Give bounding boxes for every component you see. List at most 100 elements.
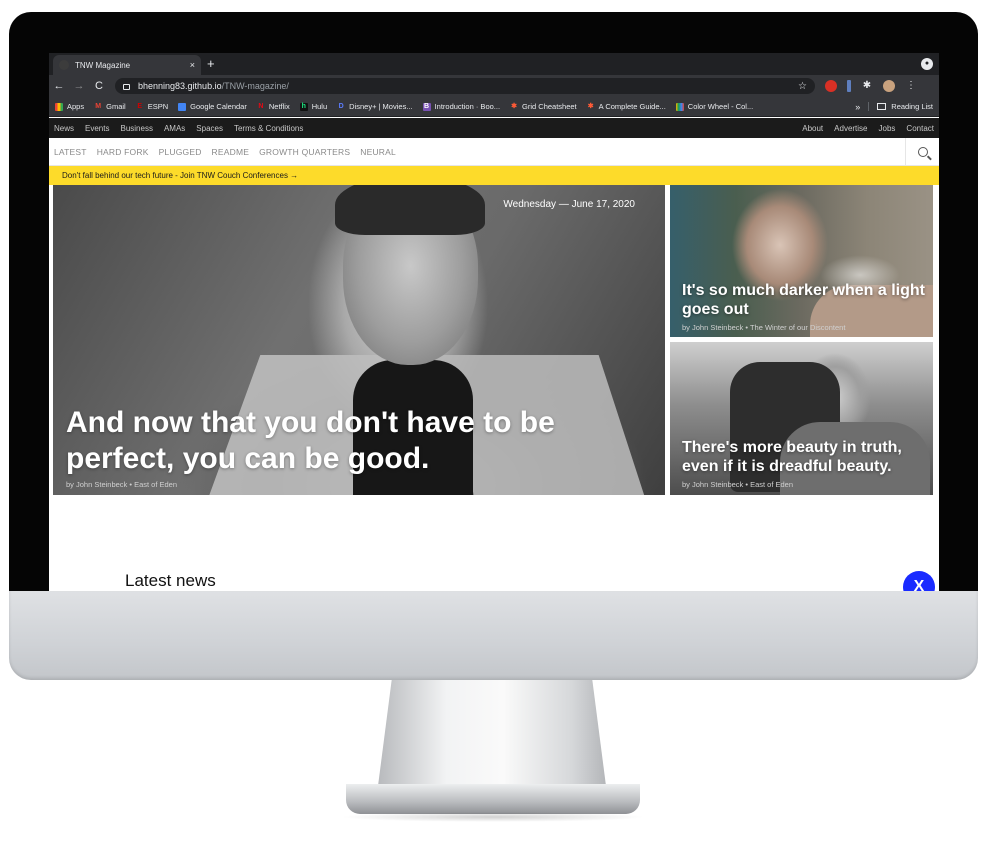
reading-list-label: Reading List xyxy=(891,102,933,111)
tab-favicon-icon xyxy=(59,60,69,70)
hulu-icon: h xyxy=(299,102,308,111)
bookmark-label: Gmail xyxy=(106,102,126,111)
topnav-business[interactable]: Business xyxy=(120,124,152,133)
hero-byline: by John Steinbeck • East of Eden xyxy=(66,480,178,489)
side-article-2-title[interactable]: There's more beauty in truth, even if it… xyxy=(682,438,927,476)
bookmark-apps[interactable]: Apps xyxy=(55,102,84,111)
bookmark-star-icon[interactable]: ☆ xyxy=(798,81,807,92)
back-button[interactable]: ← xyxy=(49,80,69,92)
topnav-amas[interactable]: AMAs xyxy=(164,124,185,133)
bookmarks-overflow-button[interactable]: » xyxy=(855,102,860,112)
bookmark-label: Apps xyxy=(67,102,85,111)
extensions-puzzle-icon[interactable]: ✱ xyxy=(861,80,873,92)
calendar-icon xyxy=(178,102,187,111)
side-article-1-byline: by John Steinbeck • The Winter of our Di… xyxy=(682,323,846,332)
asterisk-icon: ✱ xyxy=(511,102,517,110)
topnav-events[interactable]: Events xyxy=(85,124,109,133)
reading-list-button[interactable]: Reading List xyxy=(868,102,933,111)
topnav-jobs[interactable]: Jobs xyxy=(879,124,896,133)
browser-toolbar: ← → C bhenning83.github.io /TNW-magazine… xyxy=(49,75,939,97)
browser-menu-icon[interactable]: ⋮ xyxy=(905,80,917,92)
search-icon xyxy=(917,147,928,157)
bookmark-label: Grid Cheatsheet xyxy=(522,102,577,111)
asterisk-icon: ✱ xyxy=(587,102,594,110)
bookmark-disney[interactable]: D Disney+ | Movies... xyxy=(337,102,413,111)
bootstrap-icon: B xyxy=(422,102,431,111)
topnav-news[interactable]: News xyxy=(54,124,74,133)
apps-grid-icon xyxy=(55,102,63,111)
hero-date: Wednesday — June 17, 2020 xyxy=(503,199,635,210)
bookmark-label: A Complete Guide... xyxy=(598,102,666,111)
bookmark-hulu[interactable]: h Hulu xyxy=(299,102,328,111)
side-article-1[interactable]: It's so much darker when a light goes ou… xyxy=(670,185,933,337)
new-tab-button[interactable]: + xyxy=(207,56,215,72)
bookmark-complete-guide[interactable]: ✱ A Complete Guide... xyxy=(587,102,666,111)
netflix-icon: N xyxy=(258,102,264,110)
disney-icon: D xyxy=(338,102,344,110)
topnav-advertise[interactable]: Advertise xyxy=(834,124,867,133)
topnav-spaces[interactable]: Spaces xyxy=(196,124,223,133)
side-article-2[interactable]: There's more beauty in truth, even if it… xyxy=(670,342,933,495)
browser-tab[interactable]: TNW Magazine × xyxy=(53,55,201,75)
browser-tab-strip: TNW Magazine × + ● xyxy=(49,53,939,75)
stand-shadow xyxy=(340,812,646,822)
extension-bar-icon[interactable] xyxy=(847,80,851,92)
screen: TNW Magazine × + ● ← → C bhenning83.gith… xyxy=(49,53,939,591)
site-top-nav: News Events Business AMAs Spaces Terms &… xyxy=(49,118,939,138)
address-bar[interactable]: bhenning83.github.io /TNW-magazine/ ☆ xyxy=(115,78,815,94)
search-button[interactable] xyxy=(905,138,939,166)
conference-link[interactable]: Don't fall behind our tech future - Join… xyxy=(62,171,298,180)
reload-button[interactable]: C xyxy=(89,80,109,92)
url-host: bhenning83.github.io xyxy=(138,81,222,91)
topnav-about[interactable]: About xyxy=(802,124,823,133)
bookmark-gmail[interactable]: M Gmail xyxy=(94,102,126,111)
opera-extension-icon[interactable] xyxy=(825,80,837,92)
bookmarks-bar: Apps M Gmail E ESPN Google Calendar N Ne… xyxy=(49,97,939,117)
monitor-stand-neck xyxy=(378,680,606,786)
espn-icon: E xyxy=(137,102,143,110)
user-avatar-icon[interactable] xyxy=(883,80,895,92)
bookmark-espn[interactable]: E ESPN xyxy=(136,102,168,111)
section-plugged[interactable]: PLUGGED xyxy=(159,147,202,157)
bookmark-grid-cheatsheet[interactable]: ✱ Grid Cheatsheet xyxy=(510,102,577,111)
section-neural[interactable]: NEURAL xyxy=(360,147,396,157)
tab-close-icon[interactable]: × xyxy=(190,60,195,70)
profile-icon[interactable]: ● xyxy=(921,58,933,70)
close-button[interactable]: X xyxy=(903,571,935,591)
topnav-right-group: About Advertise Jobs Contact xyxy=(791,124,934,133)
bookmark-label: Disney+ | Movies... xyxy=(349,102,413,111)
bookmark-label: Google Calendar xyxy=(190,102,247,111)
lock-icon xyxy=(123,84,130,90)
gmail-icon: M xyxy=(95,102,102,110)
section-readme[interactable]: README xyxy=(212,147,250,157)
bookmark-label: ESPN xyxy=(147,102,169,111)
announcement-banner: Don't fall behind our tech future - Join… xyxy=(49,166,939,185)
section-hard-fork[interactable]: HARD FORK xyxy=(97,147,149,157)
bookmark-color-wheel[interactable]: Color Wheel - Col... xyxy=(675,102,754,111)
color-wheel-icon xyxy=(675,102,684,111)
topnav-contact[interactable]: Contact xyxy=(906,124,934,133)
bookmark-netflix[interactable]: N Netflix xyxy=(257,102,290,111)
monitor-chin xyxy=(9,591,978,680)
section-latest[interactable]: LATEST xyxy=(54,147,87,157)
topnav-terms[interactable]: Terms & Conditions xyxy=(234,124,303,133)
hero-article[interactable]: Wednesday — June 17, 2020 And now that y… xyxy=(53,185,665,495)
reading-list-icon xyxy=(877,103,887,110)
hero-photo-shape xyxy=(335,185,485,235)
section-nav: LATEST HARD FORK PLUGGED README GROWTH Q… xyxy=(49,138,939,166)
section-growth-quarters[interactable]: GROWTH QUARTERS xyxy=(259,147,350,157)
bookmark-label: Color Wheel - Col... xyxy=(687,102,754,111)
bookmark-label: Netflix xyxy=(268,102,290,111)
forward-button[interactable]: → xyxy=(69,80,89,92)
tab-title: TNW Magazine xyxy=(75,60,131,70)
bookmark-label: Hulu xyxy=(311,102,328,111)
hero-title[interactable]: And now that you don't have to be perfec… xyxy=(66,405,626,477)
latest-news-heading: Latest news xyxy=(125,571,216,590)
monitor-stand-base xyxy=(346,784,640,814)
bookmark-bootstrap[interactable]: B Introduction · Boo... xyxy=(422,102,501,111)
side-article-2-byline: by John Steinbeck • East of Eden xyxy=(682,480,794,489)
bookmark-google-calendar[interactable]: Google Calendar xyxy=(178,102,247,111)
side-article-1-title[interactable]: It's so much darker when a light goes ou… xyxy=(682,281,927,319)
url-path: /TNW-magazine/ xyxy=(221,81,289,91)
bookmark-label: Introduction · Boo... xyxy=(434,102,501,111)
